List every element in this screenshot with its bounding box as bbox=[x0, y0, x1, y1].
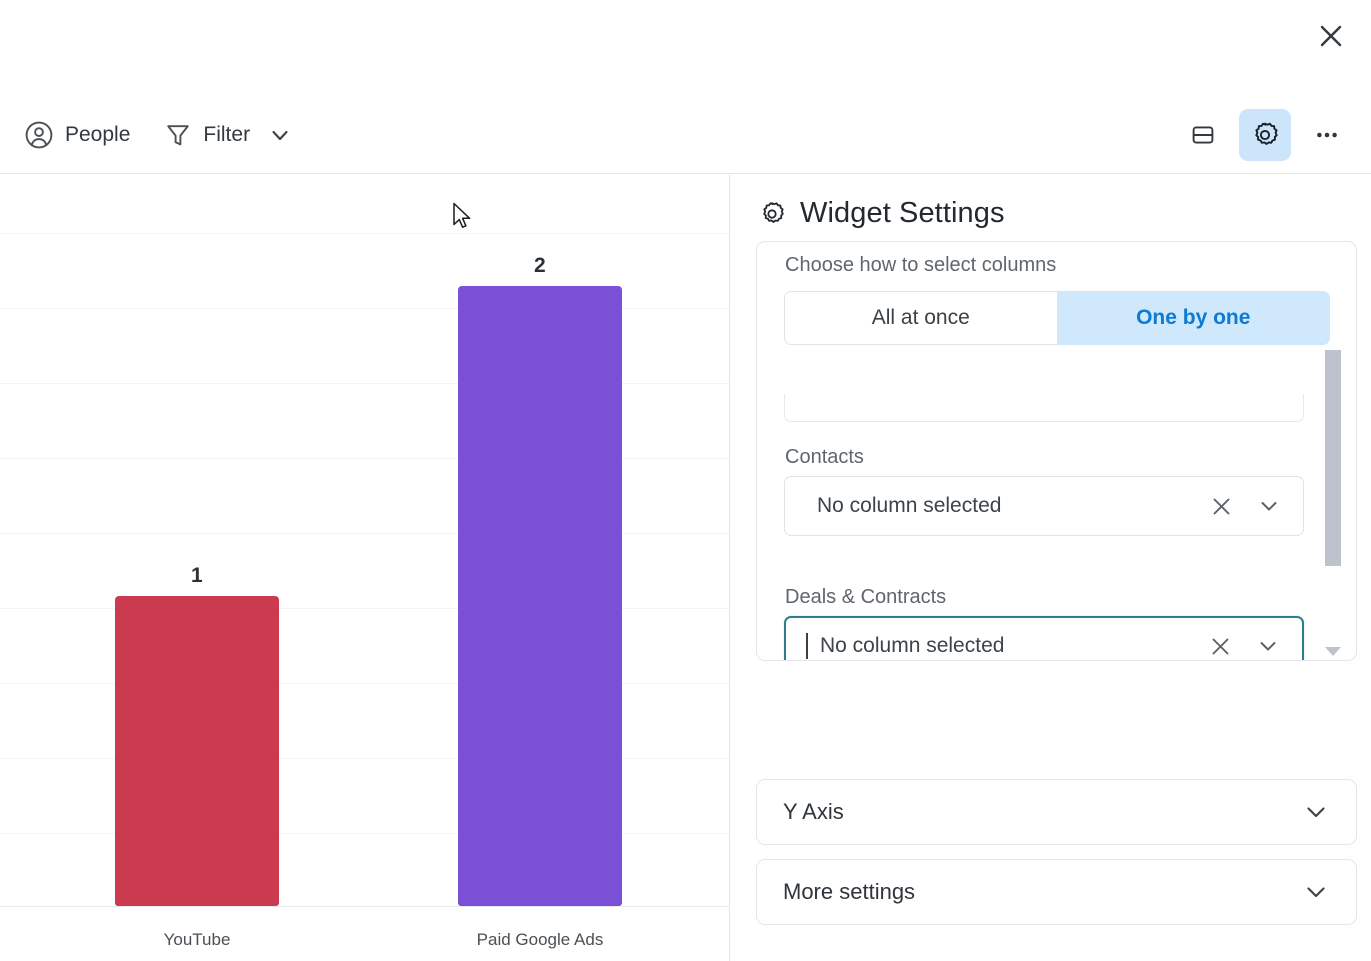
scroll-down-arrow-icon[interactable] bbox=[1325, 647, 1341, 656]
bar-rect-youtube[interactable] bbox=[115, 596, 279, 906]
deals-contracts-column-value: No column selected bbox=[820, 634, 1005, 657]
widget-settings-screen: People Filter 1 2 YouTube Paid Google Ad… bbox=[0, 0, 1371, 961]
widget-settings-panel: Widget Settings Choose how to select col… bbox=[731, 175, 1371, 961]
close-icon bbox=[1213, 498, 1230, 514]
column-select-mode-toggle: All at once One by one bbox=[784, 291, 1330, 345]
bar-group-youtube[interactable]: 1 bbox=[115, 564, 279, 906]
chevron-down-icon bbox=[1307, 807, 1325, 818]
gear-icon bbox=[1255, 122, 1278, 145]
bar-value-label: 1 bbox=[191, 564, 203, 587]
deals-contracts-field-actions bbox=[1209, 634, 1280, 658]
close-icon bbox=[1320, 25, 1342, 47]
columns-scrollbar[interactable] bbox=[1322, 248, 1344, 656]
layout-split-icon bbox=[1192, 125, 1214, 144]
toolbar-people-label: People bbox=[65, 122, 131, 146]
more-settings-section-row[interactable]: More settings bbox=[756, 859, 1357, 925]
contacts-column-select[interactable]: No column selected bbox=[784, 476, 1304, 536]
contacts-column-value: No column selected bbox=[817, 494, 1002, 517]
deals-contracts-expand-button[interactable] bbox=[1256, 634, 1280, 658]
settings-panel-header: Widget Settings bbox=[757, 197, 1005, 230]
contacts-field-actions bbox=[1210, 494, 1281, 518]
contacts-expand-button[interactable] bbox=[1257, 494, 1281, 518]
window-top-bar bbox=[0, 0, 1371, 96]
chart-bars: 1 2 bbox=[0, 175, 729, 907]
chart-x-axis-labels: YouTube Paid Google Ads bbox=[0, 908, 729, 961]
deals-contracts-column-select[interactable]: No column selected bbox=[784, 616, 1304, 660]
funnel-icon bbox=[167, 124, 190, 145]
toolbar-filter-label: Filter bbox=[203, 122, 251, 146]
toolbar-filter-button[interactable]: Filter bbox=[158, 115, 299, 155]
mode-one-by-one-button[interactable]: One by one bbox=[1056, 291, 1330, 345]
close-icon bbox=[1212, 638, 1229, 654]
toolbar-left-group: People Filter bbox=[0, 114, 299, 156]
bar-group-paid-google-ads[interactable]: 2 bbox=[458, 254, 622, 906]
deals-contracts-field-label: Deals & Contracts bbox=[785, 586, 947, 608]
text-caret bbox=[806, 633, 808, 659]
toolbar-people-button[interactable]: People bbox=[18, 114, 136, 156]
y-axis-section-row[interactable]: Y Axis bbox=[756, 779, 1357, 845]
gear-icon bbox=[763, 201, 784, 223]
columns-settings-card: Choose how to select columns All at once… bbox=[756, 241, 1357, 661]
chart-panel: 1 2 YouTube Paid Google Ads bbox=[0, 175, 730, 961]
ellipsis-icon bbox=[1317, 132, 1337, 137]
more-settings-section-label: More settings bbox=[783, 879, 916, 904]
scrollbar-thumb[interactable] bbox=[1325, 350, 1341, 566]
bar-value-label: 2 bbox=[534, 254, 546, 277]
more-options-button[interactable] bbox=[1301, 109, 1353, 161]
column-fields-list: Contacts No column selected Deals & Cont… bbox=[757, 394, 1356, 660]
chevron-down-icon bbox=[272, 130, 288, 140]
chevron-down-icon bbox=[1307, 887, 1325, 898]
mode-one-by-one-label: One by one bbox=[1136, 306, 1251, 329]
toolbar-right-group bbox=[1177, 108, 1371, 161]
settings-panel-title: Widget Settings bbox=[800, 197, 1005, 229]
chevron-down-icon bbox=[1260, 642, 1276, 651]
contacts-field-label: Contacts bbox=[785, 446, 864, 468]
mode-all-at-once-label: All at once bbox=[871, 306, 970, 329]
x-axis-label: Paid Google Ads bbox=[476, 930, 604, 949]
widget-toolbar: People Filter bbox=[0, 96, 1371, 174]
deals-contracts-clear-button[interactable] bbox=[1209, 635, 1232, 658]
layout-split-button[interactable] bbox=[1177, 109, 1229, 161]
columns-scroll-region[interactable]: Choose how to select columns All at once… bbox=[757, 242, 1356, 660]
choose-columns-prompt: Choose how to select columns bbox=[785, 254, 1057, 276]
close-button[interactable] bbox=[1307, 12, 1355, 60]
person-circle-icon bbox=[25, 121, 53, 148]
scrolled-off-field[interactable] bbox=[784, 394, 1304, 422]
widget-settings-button[interactable] bbox=[1239, 108, 1291, 161]
bar-rect-paid-google-ads[interactable] bbox=[458, 286, 622, 906]
y-axis-section-label: Y Axis bbox=[783, 799, 844, 824]
mode-all-at-once-button[interactable]: All at once bbox=[784, 291, 1057, 345]
contacts-clear-button[interactable] bbox=[1210, 495, 1233, 518]
chevron-down-icon bbox=[1261, 502, 1277, 511]
x-axis-label: YouTube bbox=[163, 930, 231, 949]
